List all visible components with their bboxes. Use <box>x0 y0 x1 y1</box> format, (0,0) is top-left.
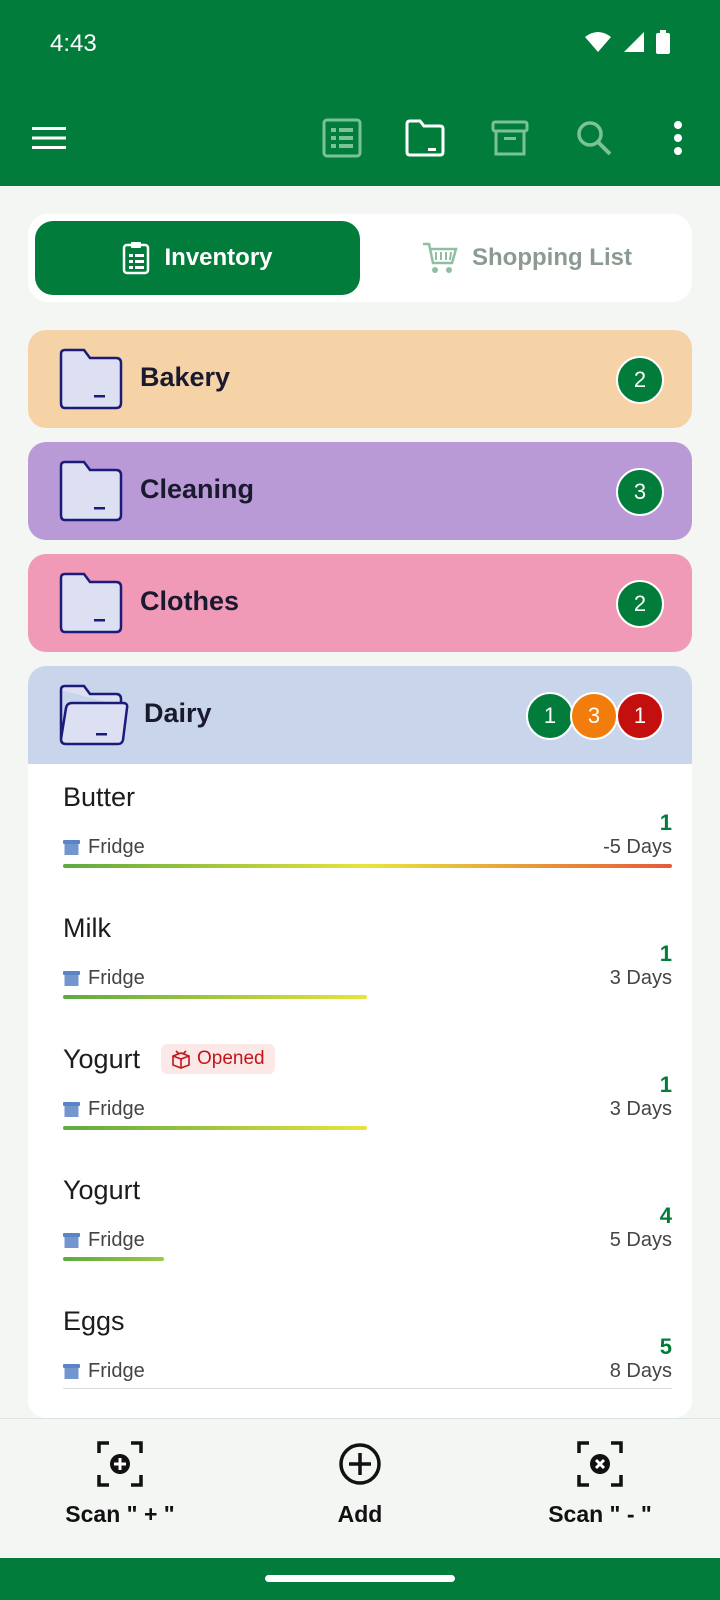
fridge-box-icon <box>63 971 80 986</box>
item-location: Fridge <box>63 1360 145 1383</box>
folder-icon <box>59 348 123 410</box>
list-item[interactable]: Yogurt Opened Fridge 1 3 Days <box>63 1026 672 1157</box>
folder-view-icon[interactable] <box>401 114 449 162</box>
search-icon[interactable] <box>570 114 618 162</box>
item-days-left: 5 Days <box>609 1229 672 1251</box>
battery-icon <box>656 30 670 54</box>
item-location-label: Fridge <box>88 967 145 989</box>
item-location: Fridge <box>63 836 145 859</box>
item-days-left: 3 Days <box>609 967 672 989</box>
scan-plus-button[interactable]: Scan " + " <box>30 1441 210 1541</box>
item-name: Eggs <box>63 1306 125 1336</box>
freshness-bar <box>63 864 672 868</box>
freshness-bar <box>63 1126 367 1130</box>
category-dairy[interactable]: Dairy 1 3 1 <box>28 666 692 764</box>
count-badge: 3 <box>616 468 664 516</box>
item-days-left: -5 Days <box>603 836 672 858</box>
item-quantity: 5 <box>659 1334 672 1359</box>
folder-open-icon <box>59 684 129 746</box>
fridge-box-icon <box>63 1233 80 1248</box>
item-location-label: Fridge <box>88 1229 145 1251</box>
folder-icon <box>59 572 123 634</box>
scan-minus-label: Scan " - " <box>548 1501 652 1527</box>
archive-icon[interactable] <box>486 114 534 162</box>
more-vert-icon[interactable] <box>654 114 702 162</box>
divider <box>63 1388 672 1389</box>
scan-minus-button[interactable]: Scan " - " <box>510 1441 690 1541</box>
item-location-label: Fridge <box>88 1098 145 1120</box>
list-item[interactable]: Milk Fridge 1 3 Days <box>63 895 672 1026</box>
opened-box-icon <box>172 1050 190 1069</box>
expiring-count-badge: 3 <box>570 692 618 740</box>
item-location-label: Fridge <box>88 1360 145 1382</box>
category-name: Bakery <box>140 362 231 392</box>
menu-icon[interactable] <box>25 114 73 162</box>
scan-plus-label: Scan " + " <box>65 1501 175 1527</box>
freshness-bar <box>63 995 367 999</box>
fresh-count-badge: 1 <box>526 692 574 740</box>
tab-shopping-list[interactable]: Shopping List <box>368 221 686 295</box>
add-button[interactable]: Add <box>270 1441 450 1541</box>
item-days-left: 3 Days <box>609 1098 672 1120</box>
expired-count-badge: 1 <box>616 692 664 740</box>
scan-minus-icon <box>577 1441 623 1487</box>
item-quantity: 1 <box>659 1072 672 1097</box>
tab-shopping-list-label: Shopping List <box>472 244 632 271</box>
fridge-box-icon <box>63 1364 80 1379</box>
category-name: Clothes <box>140 586 240 616</box>
item-name: Milk <box>63 913 111 943</box>
list-view-icon[interactable] <box>318 114 366 162</box>
list-item[interactable]: Butter Fridge 1 -5 Days <box>63 764 672 895</box>
folder-icon <box>59 460 123 522</box>
category-name: Dairy <box>144 698 212 728</box>
fridge-box-icon <box>63 1102 80 1117</box>
status-bar: 4:43 <box>0 0 720 90</box>
opened-tag: Opened <box>161 1044 275 1074</box>
item-quantity: 1 <box>659 941 672 966</box>
item-location-label: Fridge <box>88 836 145 858</box>
status-icons <box>584 30 670 54</box>
system-nav-bar <box>0 1558 720 1600</box>
count-badge: 2 <box>616 580 664 628</box>
signal-icon <box>624 32 644 52</box>
checklist-icon <box>123 242 150 275</box>
tab-switcher: Inventory Shopping List <box>28 214 692 302</box>
app-bar <box>0 90 720 186</box>
freshness-bar <box>63 1257 164 1261</box>
tab-inventory-label: Inventory <box>164 244 273 271</box>
wifi-icon <box>585 32 611 52</box>
item-location: Fridge <box>63 1098 145 1121</box>
fridge-box-icon <box>63 840 80 855</box>
tab-inventory[interactable]: Inventory <box>35 221 360 295</box>
bottom-action-bar: Scan " + " Add Scan " - " <box>0 1418 720 1558</box>
item-location: Fridge <box>63 967 145 990</box>
item-quantity: 4 <box>659 1203 672 1228</box>
item-name: Butter <box>63 782 136 812</box>
cart-icon <box>423 242 458 273</box>
item-quantity: 1 <box>659 810 672 835</box>
item-name: Yogurt <box>63 1175 141 1205</box>
opened-label: Opened <box>197 1048 265 1069</box>
list-item[interactable]: Eggs Fridge 5 8 Days <box>63 1288 672 1418</box>
add-label: Add <box>337 1501 383 1527</box>
item-name: Yogurt <box>63 1044 141 1074</box>
status-time: 4:43 <box>50 30 97 57</box>
home-gesture-handle[interactable] <box>265 1575 455 1582</box>
item-days-left: 8 Days <box>609 1360 672 1382</box>
list-item[interactable]: Yogurt Fridge 4 5 Days <box>63 1157 672 1288</box>
dairy-item-list: Butter Fridge 1 -5 Days Milk Fridge 1 3 … <box>28 764 692 1418</box>
category-name: Cleaning <box>140 474 255 504</box>
category-clothes[interactable]: Clothes 2 <box>28 554 692 652</box>
item-location: Fridge <box>63 1229 145 1252</box>
category-cleaning[interactable]: Cleaning 3 <box>28 442 692 540</box>
add-circle-icon <box>339 1443 381 1485</box>
scan-plus-icon <box>97 1441 143 1487</box>
count-badge: 2 <box>616 356 664 404</box>
category-bakery[interactable]: Bakery 2 <box>28 330 692 428</box>
